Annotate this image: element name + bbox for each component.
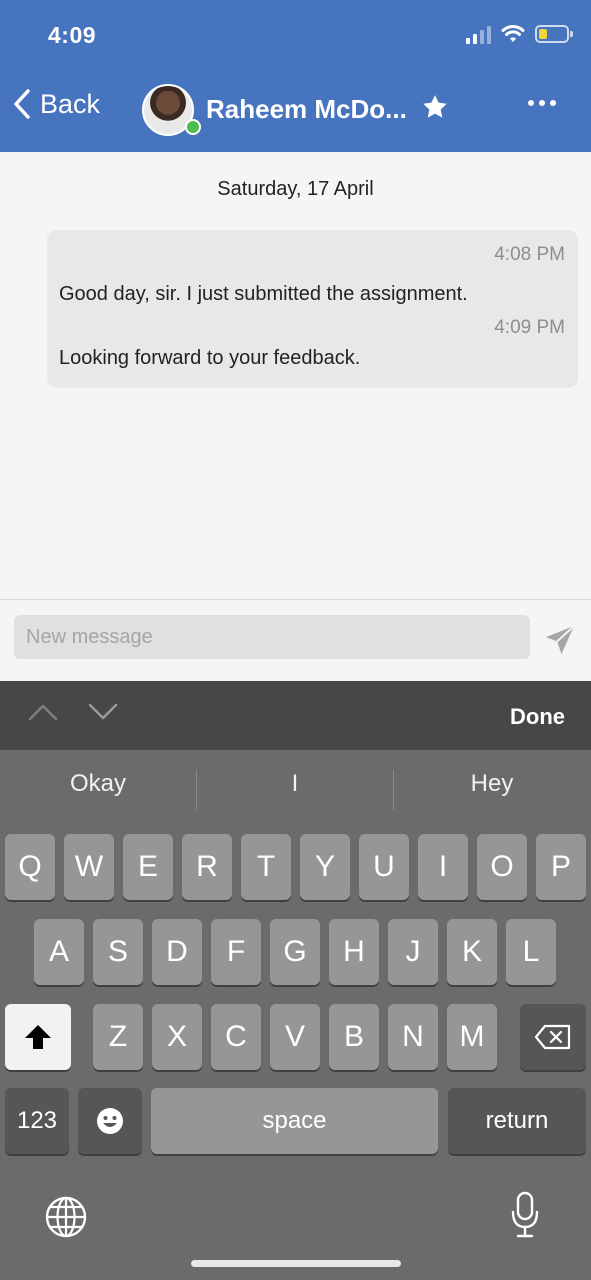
key-p[interactable]: P	[536, 834, 586, 900]
chat-header: 4:09 Back Raheem McDo...	[0, 0, 591, 152]
key-o[interactable]: O	[477, 834, 527, 900]
star-icon[interactable]	[421, 93, 449, 121]
key-t[interactable]: T	[241, 834, 291, 900]
date-separator: Saturday, 17 April	[217, 178, 374, 200]
suggestion-item[interactable]: Hey	[394, 770, 590, 798]
message-bubble[interactable]: 4:08 PM Good day, sir. I just submitted …	[47, 230, 578, 388]
key-v[interactable]: V	[270, 1004, 320, 1070]
space-key[interactable]: space	[151, 1088, 438, 1154]
message-text: Good day, sir. I just submitted the assi…	[59, 283, 468, 305]
chevron-left-icon	[14, 89, 30, 119]
key-z[interactable]: Z	[93, 1004, 143, 1070]
backspace-key[interactable]	[520, 1004, 586, 1070]
key-c[interactable]: C	[211, 1004, 261, 1070]
key-l[interactable]: L	[506, 919, 556, 985]
keyboard-toolbar: Done	[0, 681, 591, 750]
key-k[interactable]: K	[447, 919, 497, 985]
key-g[interactable]: G	[270, 919, 320, 985]
emoji-key[interactable]	[78, 1088, 142, 1154]
back-button[interactable]: Back	[12, 88, 100, 120]
message-time: 4:09 PM	[494, 317, 565, 338]
key-b[interactable]: B	[329, 1004, 379, 1070]
key-u[interactable]: U	[359, 834, 409, 900]
status-icons	[466, 24, 573, 44]
message-list[interactable]: Saturday, 17 April 4:08 PM Good day, sir…	[0, 152, 591, 599]
message-text: Looking forward to your feedback.	[59, 347, 361, 369]
home-indicator[interactable]	[191, 1260, 401, 1267]
key-e[interactable]: E	[123, 834, 173, 900]
key-x[interactable]: X	[152, 1004, 202, 1070]
key-j[interactable]: J	[388, 919, 438, 985]
contact-name[interactable]: Raheem McDo...	[206, 94, 407, 125]
key-s[interactable]: S	[93, 919, 143, 985]
key-r[interactable]: R	[182, 834, 232, 900]
message-time: 4:08 PM	[494, 244, 565, 265]
suggestion-item[interactable]: I	[197, 770, 393, 798]
chevron-up-icon[interactable]	[28, 703, 58, 721]
battery-icon	[535, 25, 573, 43]
key-a[interactable]: A	[34, 919, 84, 985]
key-f[interactable]: F	[211, 919, 261, 985]
shift-key[interactable]	[5, 1004, 71, 1070]
cellular-signal-icon	[466, 24, 491, 44]
numbers-key[interactable]: 123	[5, 1088, 69, 1154]
globe-icon[interactable]	[44, 1195, 88, 1239]
more-icon[interactable]	[528, 100, 556, 106]
key-q[interactable]: Q	[5, 834, 55, 900]
keyboard: Okay I Hey Q W E R T Y U I O P A S D F G…	[0, 750, 591, 1280]
key-n[interactable]: N	[388, 1004, 438, 1070]
send-icon[interactable]	[543, 623, 577, 657]
online-status-indicator	[185, 119, 201, 135]
shift-icon	[25, 1025, 51, 1049]
key-m[interactable]: M	[447, 1004, 497, 1070]
emoji-icon	[97, 1108, 123, 1134]
wifi-icon	[501, 25, 525, 42]
done-button[interactable]: Done	[510, 704, 565, 730]
message-input[interactable]	[14, 615, 530, 659]
return-key[interactable]: return	[448, 1088, 586, 1154]
microphone-icon[interactable]	[510, 1191, 540, 1239]
key-h[interactable]: H	[329, 919, 379, 985]
chevron-down-icon[interactable]	[88, 703, 118, 721]
key-w[interactable]: W	[64, 834, 114, 900]
suggestion-item[interactable]: Okay	[0, 770, 196, 798]
key-y[interactable]: Y	[300, 834, 350, 900]
composer	[0, 599, 591, 681]
key-d[interactable]: D	[152, 919, 202, 985]
back-label: Back	[40, 88, 101, 119]
status-time: 4:09	[48, 22, 97, 48]
key-i[interactable]: I	[418, 834, 468, 900]
backspace-icon	[534, 1024, 571, 1050]
